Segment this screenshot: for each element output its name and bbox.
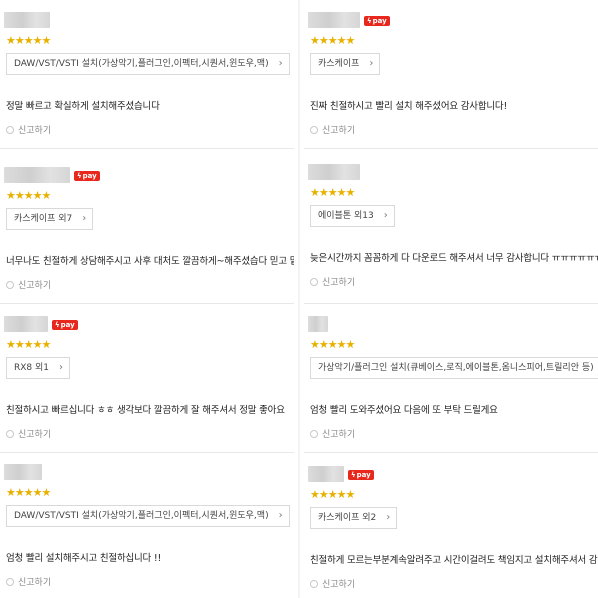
review-text: 엄청 빨리 도와주셨어요 다음에 또 부탁 드릴게요 (310, 405, 498, 416)
report-icon (310, 579, 318, 588)
purchased-option-label: 가상악기/플러그인 설치(큐베이스,로직,에이블톤,옴니스피어,트릴리안 등) (318, 363, 594, 373)
purchased-option-label: RX8 외1 (14, 363, 50, 373)
reviewer-name-blurred (4, 167, 70, 183)
chevron-right-icon: › (59, 362, 64, 373)
pay-badge: ϟpay (74, 171, 100, 181)
report-label: 신고하기 (18, 126, 52, 136)
review-text: 친절하게 모르는부분계속알려주고 시간이걸려도 책임지고 설치해주셔서 감 (310, 555, 598, 566)
report-label: 신고하기 (322, 580, 356, 590)
purchased-option-tag[interactable]: DAW/VST/VSTI 설치(가상악기,플러그인,이펙터,시퀀서,윈도우,맥)… (6, 505, 290, 527)
review-text: 진짜 친절하시고 빨리 설치 해주셨어요 감사합니다! (310, 101, 508, 112)
purchased-option-tag[interactable]: 가상악기/플러그인 설치(큐베이스,로직,에이블톤,옴니스피어,트릴리안 등) … (310, 357, 598, 379)
report-button[interactable]: 신고하기 (6, 278, 51, 291)
rating-stars: ★★★★★ (310, 186, 355, 199)
chevron-right-icon: › (278, 510, 283, 521)
rating-stars: ★★★★★ (310, 34, 355, 47)
purchased-option-label: DAW/VST/VSTI 설치(가상악기,플러그인,이펙터,시퀀서,윈도우,맥) (14, 59, 269, 69)
report-icon (6, 125, 14, 134)
review-text: 엄청 빨리 설치해주시고 친절하십니다 !! (6, 553, 162, 564)
lightning-icon: ϟ (367, 17, 372, 25)
purchased-option-label: 카스케이프 (318, 59, 360, 69)
divider (0, 148, 294, 149)
report-icon (310, 277, 318, 286)
rating-stars: ★★★★★ (6, 486, 51, 499)
pay-badge: ϟpay (52, 320, 78, 330)
report-button[interactable]: 신고하기 (310, 577, 355, 590)
chevron-right-icon: › (369, 58, 374, 69)
reviewer-name-blurred (4, 464, 42, 480)
report-button[interactable]: 신고하기 (310, 427, 355, 440)
review-text: 너무나도 친절하게 상담해주시고 사후 대처도 깔끔하게~해주셨습다 믿고 맡 (6, 256, 294, 267)
rating-stars: ★★★★★ (6, 34, 51, 47)
report-label: 신고하기 (18, 430, 52, 440)
report-button[interactable]: 신고하기 (6, 427, 51, 440)
report-button[interactable]: 신고하기 (6, 575, 51, 588)
purchased-option-tag[interactable]: DAW/VST/VSTI 설치(가상악기,플러그인,이펙터,시퀀서,윈도우,맥)… (6, 53, 290, 75)
divider (0, 452, 294, 453)
reviewer-name-blurred (308, 164, 360, 180)
chevron-right-icon: › (278, 58, 283, 69)
report-label: 신고하기 (322, 430, 356, 440)
purchased-option-tag[interactable]: 카스케이프 › (310, 53, 381, 75)
pay-badge: ϟpay (348, 470, 374, 480)
lightning-icon: ϟ (55, 321, 60, 329)
reviewer-name-blurred (308, 12, 360, 28)
purchased-option-tag[interactable]: RX8 외1 › (6, 357, 71, 379)
purchased-option-label: 에이블톤 외13 (318, 211, 374, 221)
lightning-icon: ϟ (77, 172, 82, 180)
report-icon (310, 125, 318, 134)
rating-stars: ★★★★★ (310, 338, 355, 351)
review-column-right: ϟpay ★★★★★ 카스케이프 › 진짜 친절하시고 빨리 설치 해주셨어요 … (304, 0, 598, 598)
reviewer-name-blurred (308, 466, 344, 482)
purchased-option-label: 카스케이프 외2 (318, 513, 377, 523)
rating-stars: ★★★★★ (310, 488, 355, 501)
divider (304, 452, 598, 453)
lightning-icon: ϟ (351, 471, 356, 479)
review-text: 친절하시고 빠르십니다 ㅎㅎ 생각보다 깔끔하게 잘 해주셔서 정말 좋아요 (6, 405, 285, 416)
chevron-right-icon: › (383, 210, 388, 221)
report-button[interactable]: 신고하기 (6, 123, 51, 136)
chevron-right-icon: › (386, 512, 391, 523)
report-label: 신고하기 (18, 578, 52, 588)
column-divider (298, 0, 300, 598)
report-icon (6, 280, 14, 289)
review-text: 늦은시간까지 꼼꼼하게 다 다운로드 해주셔서 너무 감사합니다 ㅠㅠㅠㅠㅠㅠㅠ (310, 253, 598, 264)
purchased-option-tag[interactable]: 에이블톤 외13 › (310, 205, 395, 227)
report-button[interactable]: 신고하기 (310, 275, 355, 288)
report-label: 신고하기 (322, 126, 356, 136)
report-label: 신고하기 (322, 278, 356, 288)
review-column-left: ★★★★★ DAW/VST/VSTI 설치(가상악기,플러그인,이펙터,시퀀서,… (0, 0, 294, 598)
reviewer-name-blurred (4, 12, 50, 28)
report-icon (6, 429, 14, 438)
purchased-option-label: 카스케이프 외7 (14, 214, 73, 224)
report-icon (310, 429, 318, 438)
report-label: 신고하기 (18, 281, 52, 291)
divider (304, 148, 598, 149)
report-button[interactable]: 신고하기 (310, 123, 355, 136)
reviewer-name-blurred (308, 316, 328, 332)
chevron-right-icon: › (82, 213, 87, 224)
pay-badge: ϟpay (364, 16, 390, 26)
rating-stars: ★★★★★ (6, 189, 51, 202)
purchased-option-label: DAW/VST/VSTI 설치(가상악기,플러그인,이펙터,시퀀서,윈도우,맥) (14, 511, 269, 521)
purchased-option-tag[interactable]: 카스케이프 외2 › (310, 507, 398, 529)
divider (304, 303, 598, 304)
divider (0, 303, 294, 304)
purchased-option-tag[interactable]: 카스케이프 외7 › (6, 208, 94, 230)
review-text: 정말 빠르고 확실하게 설치해주셨습니다 (6, 101, 160, 112)
rating-stars: ★★★★★ (6, 338, 51, 351)
reviewer-name-blurred (4, 316, 48, 332)
report-icon (6, 577, 14, 586)
